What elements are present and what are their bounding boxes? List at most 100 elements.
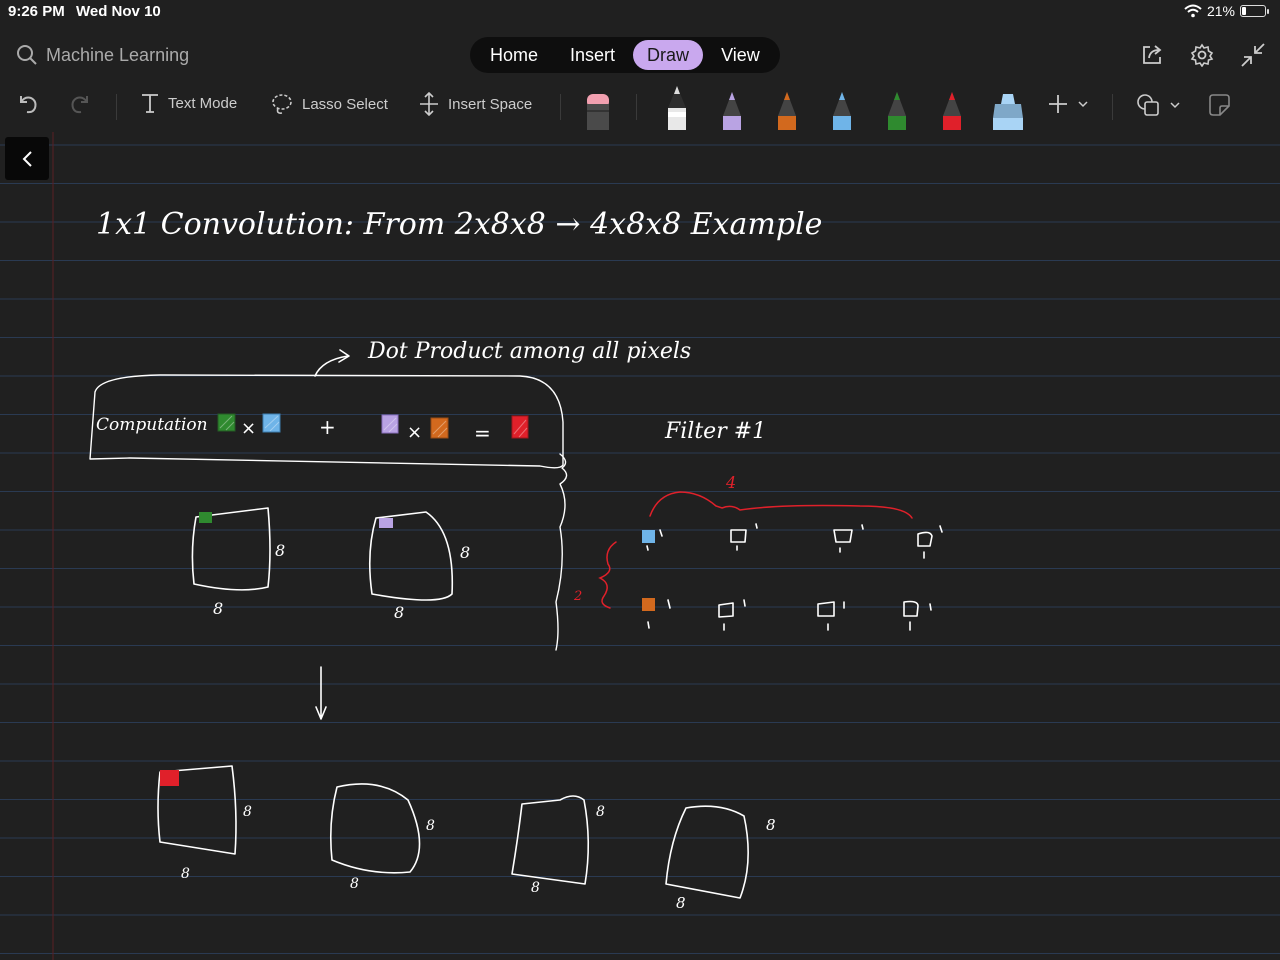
ink-to-shape-icon [1209, 94, 1230, 116]
chevron-down-icon [1078, 101, 1088, 108]
battery-percent: 21% [1206, 3, 1235, 19]
chevron-down-icon [1170, 102, 1180, 109]
output-map-3-height: 8 [596, 804, 605, 820]
eraser-icon [587, 94, 609, 130]
eraser-tool[interactable] [584, 84, 612, 135]
pen-orange[interactable] [772, 84, 802, 135]
white-pen-icon [668, 86, 686, 130]
channels-brace [598, 541, 617, 609]
red-annotations: 4 2 [573, 473, 913, 609]
green-swatch [217, 413, 236, 432]
search-bar[interactable]: Machine Learning [16, 44, 189, 66]
filter-kernel [718, 599, 746, 631]
share-icon[interactable] [1140, 43, 1164, 67]
status-right: 21% [1184, 3, 1269, 19]
filter-orange-weight [642, 598, 655, 611]
pen-white[interactable] [662, 84, 692, 135]
input-map-2-width: 8 [394, 603, 404, 622]
filter-kernel [917, 525, 943, 559]
tab-draw[interactable]: Draw [633, 40, 704, 70]
output-map-4 [665, 805, 749, 899]
insert-space-icon [420, 92, 438, 116]
input-map-1-pixel [199, 512, 212, 523]
red-pen-icon [943, 92, 961, 130]
insert-space-button[interactable]: Insert Space [418, 92, 532, 116]
input-map-2-pixel [379, 518, 393, 528]
output-map-1-width: 8 [181, 866, 190, 882]
draw-toolbar: Text Mode Lasso Select Insert Space [0, 82, 1280, 130]
computation-label: Computation [96, 415, 208, 435]
search-icon [16, 44, 38, 66]
tab-insert[interactable]: Insert [556, 40, 629, 70]
undo-icon [20, 96, 37, 114]
num-channels-label: 2 [573, 589, 582, 604]
output-map-2-height: 8 [426, 818, 435, 834]
filter-kernel [903, 600, 932, 631]
shapes-button[interactable] [1136, 92, 1180, 118]
filter-blue-weight [642, 530, 655, 543]
top-right-actions [1140, 42, 1266, 68]
blue-pen-icon [833, 92, 851, 130]
filters-brace [649, 491, 913, 519]
back-button[interactable] [5, 137, 49, 180]
input-map-1-width: 8 [213, 599, 223, 618]
ink-layer: 1x1 Convolution: From 2x8x8 → 4x8x8 Exam… [0, 132, 1280, 960]
tab-home[interactable]: Home [476, 40, 552, 70]
collapse-icon[interactable] [1240, 42, 1266, 68]
status-time: 9:26 PM [8, 3, 65, 20]
lasso-select-button[interactable]: Lasso Select [270, 92, 388, 116]
status-date: Wed Nov 10 [76, 3, 161, 20]
highlighter-tool[interactable] [991, 84, 1025, 135]
output-map-1-height: 8 [243, 804, 252, 820]
top-bar: Machine Learning Home Insert Draw View [0, 30, 1280, 80]
plus-sign: + [319, 415, 336, 439]
note-title: 1x1 Convolution: From 2x8x8 → 4x8x8 Exam… [96, 207, 822, 242]
output-map-2 [329, 783, 421, 874]
pen-lavender[interactable] [717, 84, 747, 135]
insert-space-label: Insert Space [448, 95, 533, 113]
shapes-icon [1137, 94, 1159, 116]
redo-button[interactable] [68, 92, 92, 116]
text-mode-icon [142, 94, 158, 113]
highlighter-icon [993, 94, 1023, 130]
output-map-2-width: 8 [350, 876, 359, 892]
filter-kernel [817, 601, 845, 631]
input-map-2-height: 8 [460, 543, 470, 562]
lasso-select-label: Lasso Select [302, 95, 388, 113]
right-brace [555, 453, 568, 651]
equals-sign: = [474, 421, 491, 445]
ribbon-tabs: Home Insert Draw View [470, 37, 780, 73]
lavender-pen-icon [723, 92, 741, 130]
filter-kernel [833, 524, 864, 553]
plus-icon [1049, 95, 1067, 113]
output-map-4-height: 8 [766, 816, 776, 834]
undo-button[interactable] [16, 92, 40, 116]
ink-to-shape-button[interactable] [1206, 92, 1232, 118]
num-filters-label: 4 [725, 473, 736, 492]
pen-blue[interactable] [827, 84, 857, 135]
notebook-title: Machine Learning [46, 44, 190, 65]
orange-pen-icon [778, 92, 796, 130]
note-canvas[interactable]: 1x1 Convolution: From 2x8x8 → 4x8x8 Exam… [0, 132, 1280, 960]
output-map-3-width: 8 [531, 880, 540, 896]
output-map-1-pixel [160, 770, 179, 786]
handwriting: 1x1 Convolution: From 2x8x8 → 4x8x8 Exam… [89, 207, 943, 912]
pen-green[interactable] [882, 84, 912, 135]
status-bar: 9:26 PM Wed Nov 10 21% [0, 0, 1280, 24]
output-map-4-width: 8 [676, 894, 686, 912]
redo-icon [71, 96, 88, 114]
times-sign-2: × [407, 422, 422, 443]
add-pen-button[interactable] [1046, 92, 1088, 116]
filter-label: Filter #1 [664, 419, 766, 444]
tab-view[interactable]: View [707, 40, 774, 70]
text-mode-label: Text Mode [168, 94, 238, 112]
gear-icon[interactable] [1190, 43, 1214, 67]
dot-product-note: Dot Product among all pixels [367, 339, 691, 364]
down-arrow [315, 666, 327, 720]
green-pen-icon [888, 92, 906, 130]
pen-red[interactable] [937, 84, 967, 135]
text-mode-button[interactable]: Text Mode [140, 92, 237, 114]
output-map-3 [511, 795, 590, 885]
lasso-icon [272, 94, 292, 114]
input-map-1-height: 8 [275, 541, 285, 560]
